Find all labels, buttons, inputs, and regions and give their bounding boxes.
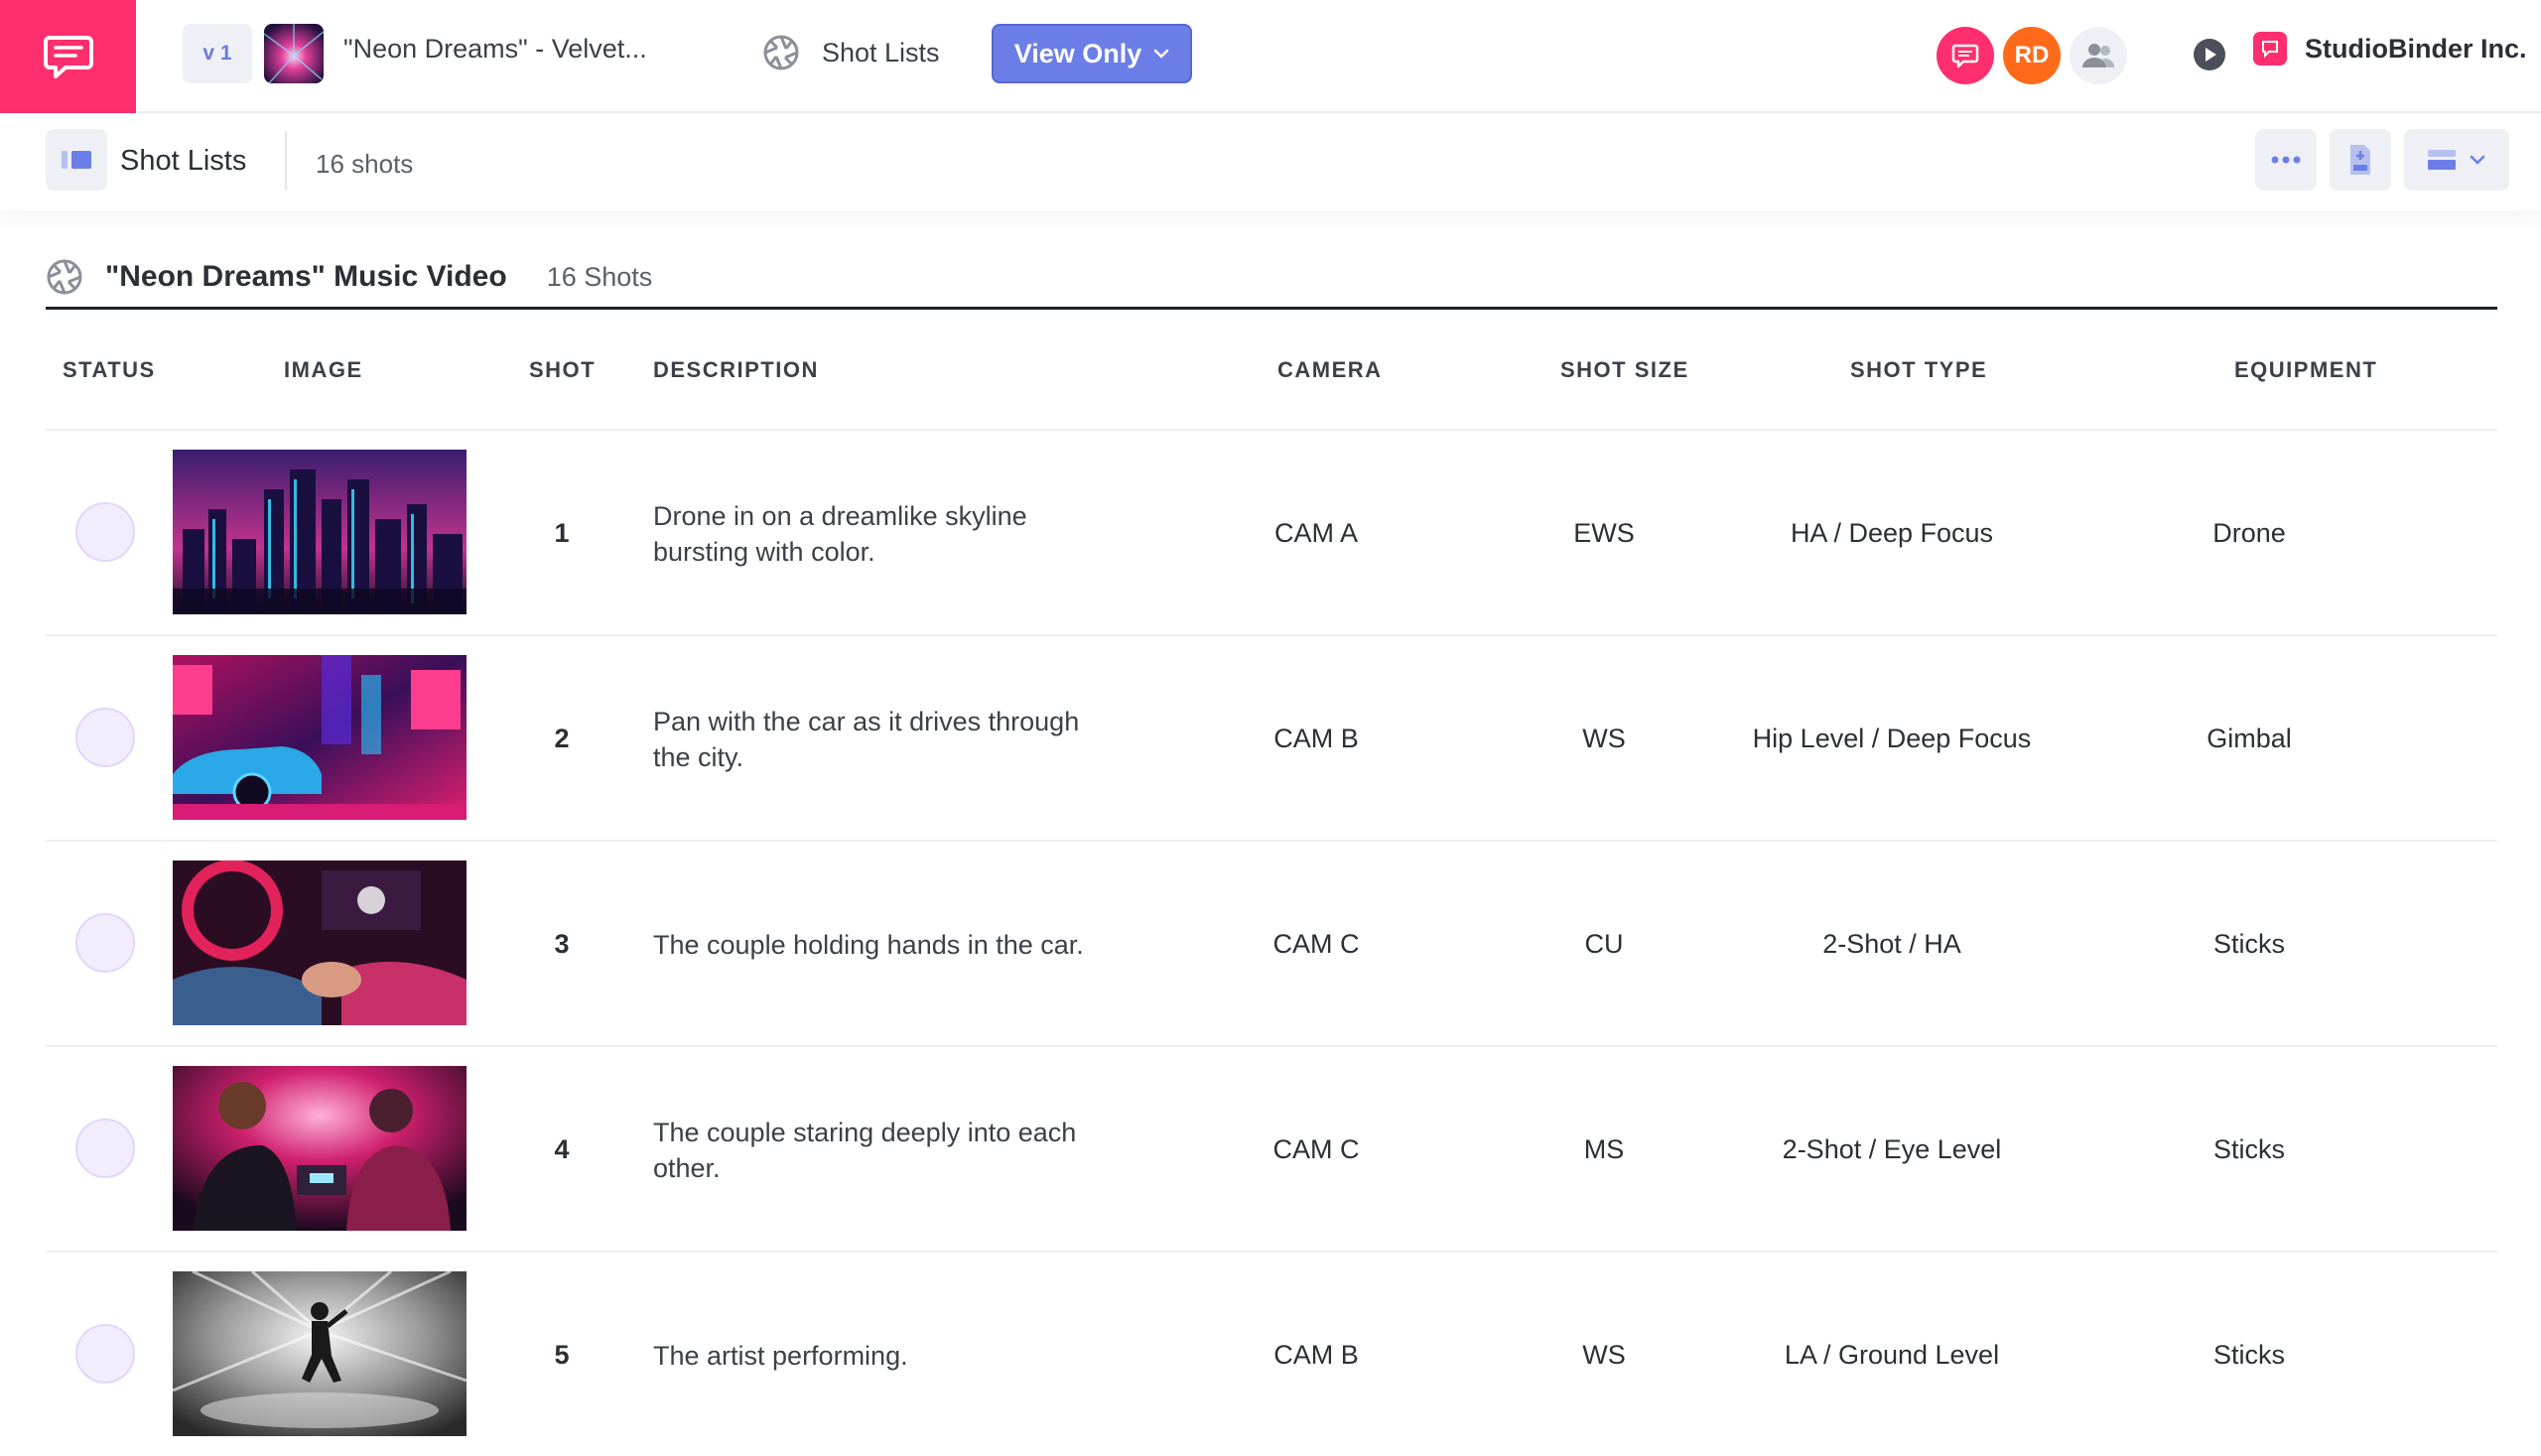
comments-avatar[interactable]	[1937, 27, 1994, 84]
status-checkbox[interactable]	[75, 502, 135, 562]
shot-equipment: Sticks	[2212, 929, 2285, 959]
shot-camera: CAM C	[1272, 929, 1360, 959]
project-title[interactable]: "Neon Dreams" - Velvet...	[343, 34, 647, 65]
shot-image[interactable]	[173, 860, 467, 1025]
shot-size: WS	[1582, 724, 1626, 753]
export-pdf-button[interactable]	[2330, 129, 2391, 191]
panel-icon	[62, 151, 91, 169]
page-title: Shot Lists	[120, 145, 247, 177]
shot-equipment: Gimbal	[2207, 724, 2292, 753]
shot-image[interactable]	[173, 1271, 467, 1436]
table-row[interactable]: 4 The couple staring deeply into each ot…	[46, 1045, 2497, 1251]
shot-camera: CAM B	[1273, 1340, 1359, 1370]
shot-camera: CAM B	[1273, 724, 1359, 753]
shot-camera: CAM A	[1273, 518, 1359, 548]
shot-type: 2-Shot / Eye Level	[1782, 1134, 2002, 1164]
shot-image[interactable]	[173, 1066, 467, 1231]
table-row[interactable]: 3 The couple holding hands in the car. C…	[46, 840, 2497, 1045]
view-only-button[interactable]: View Only	[992, 24, 1192, 83]
more-options-button[interactable]	[2255, 129, 2317, 191]
shot-type: 2-Shot / HA	[1822, 929, 1961, 959]
status-checkbox[interactable]	[75, 1324, 135, 1384]
shot-number: 3	[554, 929, 570, 959]
shot-description: Pan with the car as it drives through th…	[653, 706, 1080, 772]
shot-type: Hip Level / Deep Focus	[1752, 724, 2032, 753]
chat-bubble-icon	[1951, 44, 1979, 68]
shot-lists-nav-label: Shot Lists	[822, 37, 940, 67]
people-icon	[2082, 44, 2115, 67]
shot-number: 1	[554, 518, 570, 548]
shot-description: The artist performing.	[653, 1340, 908, 1371]
status-checkbox[interactable]	[75, 913, 135, 973]
column-camera[interactable]: CAMERA	[1277, 357, 1383, 383]
column-shot-size[interactable]: SHOT SIZE	[1560, 357, 1689, 383]
shot-size: MS	[1583, 1134, 1625, 1164]
shot-description: Drone in on a dreamlike skyline bursting…	[653, 500, 1027, 567]
table-row[interactable]: 2 Pan with the car as it drives through …	[46, 634, 2497, 840]
company-name: StudioBinder Inc.	[2305, 33, 2527, 64]
shot-camera: CAM C	[1272, 1134, 1360, 1164]
top-header: v 1 "Neon Dreams" - Velvet... Shot Lists…	[0, 0, 2541, 113]
company-logo-icon	[2253, 32, 2287, 66]
app-logo[interactable]	[0, 0, 136, 113]
shot-number: 2	[554, 724, 570, 753]
shot-equipment: Drone	[2212, 518, 2286, 548]
shot-list-title[interactable]: "Neon Dreams" Music Video	[105, 260, 507, 294]
table-row[interactable]: 5 The artist performing. CAM B WS LA / G…	[46, 1251, 2497, 1456]
column-description[interactable]: DESCRIPTION	[653, 357, 819, 383]
company-switcher[interactable]: StudioBinder Inc.	[2253, 32, 2527, 66]
shot-description: The couple staring deeply into each othe…	[653, 1117, 1077, 1183]
shot-type: LA / Ground Level	[1784, 1340, 2000, 1370]
shot-size: CU	[1584, 929, 1624, 959]
shot-image[interactable]	[173, 655, 467, 820]
column-equipment[interactable]: EQUIPMENT	[2234, 357, 2377, 383]
shot-number: 4	[554, 1134, 570, 1164]
version-badge[interactable]: v 1	[183, 24, 252, 83]
aperture-icon	[763, 35, 799, 70]
shot-lists-nav[interactable]: Shot Lists	[762, 28, 940, 77]
shot-equipment: Sticks	[2212, 1134, 2285, 1164]
shot-list-count: 16 Shots	[546, 261, 653, 292]
shot-equipment: Sticks	[2212, 1340, 2285, 1370]
aperture-icon	[47, 259, 82, 295]
view-only-label: View Only	[1013, 38, 1142, 68]
column-status[interactable]: STATUS	[63, 357, 156, 383]
shot-image[interactable]	[173, 450, 467, 614]
shot-size: WS	[1582, 1340, 1626, 1370]
column-shot[interactable]: SHOT	[529, 357, 596, 383]
column-image[interactable]: IMAGE	[284, 357, 363, 383]
header-rule	[46, 307, 2497, 310]
chat-logo-icon	[43, 36, 93, 78]
user-avatar[interactable]: RD	[2003, 27, 2061, 84]
shot-count: 16 shots	[316, 149, 414, 179]
column-shot-type[interactable]: SHOT TYPE	[1850, 357, 1987, 383]
pdf-icon	[2350, 145, 2370, 175]
more-horizontal-icon	[2271, 156, 2301, 164]
shot-number: 5	[554, 1340, 570, 1370]
chevron-down-icon	[2470, 155, 2485, 165]
chevron-down-icon	[1154, 49, 1169, 59]
team-avatar[interactable]	[2070, 27, 2127, 84]
shot-type: HA / Deep Focus	[1790, 518, 1994, 548]
shot-size: EWS	[1573, 518, 1635, 548]
shot-description: The couple holding hands in the car.	[653, 929, 1084, 960]
table-row[interactable]: 1 Drone in on a dreamlike skyline bursti…	[46, 429, 2497, 634]
project-thumbnail	[264, 24, 324, 83]
layout-toggle-button[interactable]	[2404, 129, 2509, 191]
shot-list-header: "Neon Dreams" Music Video 16 Shots	[46, 242, 2497, 312]
status-checkbox[interactable]	[75, 708, 135, 767]
status-checkbox[interactable]	[75, 1119, 135, 1178]
divider	[285, 131, 287, 191]
sidebar-toggle[interactable]	[46, 129, 107, 191]
layout-icon	[2428, 150, 2456, 170]
play-icon[interactable]	[2193, 38, 2226, 71]
sub-header: Shot Lists 16 shots	[0, 113, 2541, 210]
